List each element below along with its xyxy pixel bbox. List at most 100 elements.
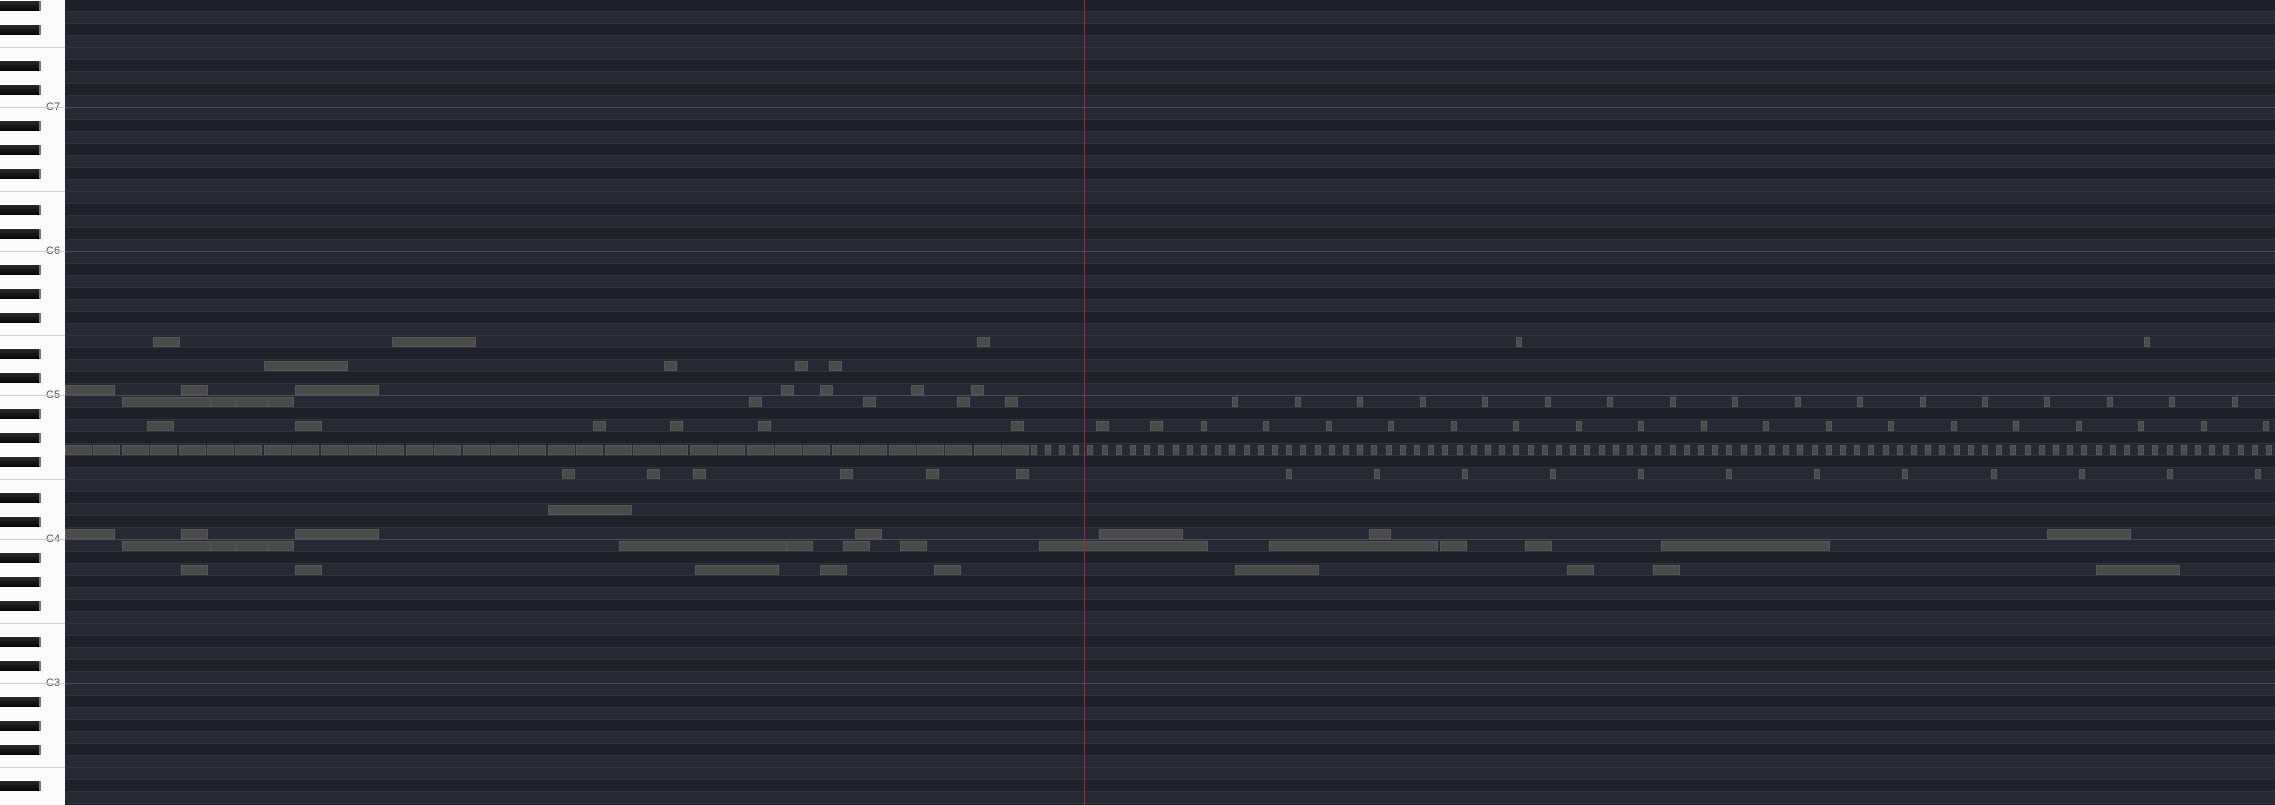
midi-note[interactable] [1911,445,1917,455]
midi-note[interactable] [2067,445,2073,455]
midi-note[interactable] [1701,421,1707,431]
midi-note[interactable] [295,421,322,431]
black-key[interactable] [0,121,41,131]
midi-note[interactable] [181,385,208,395]
midi-note[interactable] [2076,421,2082,431]
midi-note[interactable] [1513,445,1519,455]
black-key[interactable] [0,169,41,179]
midi-note[interactable] [1499,445,1505,455]
midi-note[interactable] [1712,445,1718,455]
piano-keyboard[interactable]: C7 C6 C5 C4 C3 [0,0,66,805]
midi-note[interactable] [1045,445,1051,455]
midi-note[interactable] [1996,445,2002,455]
midi-note[interactable] [1440,541,1467,551]
midi-note[interactable] [2079,469,2085,479]
midi-note[interactable] [1428,445,1434,455]
midi-note[interactable] [93,445,120,455]
midi-note[interactable] [2138,445,2144,455]
midi-note[interactable] [1011,421,1024,431]
black-key[interactable] [0,205,41,215]
midi-note[interactable] [2013,421,2019,431]
midi-note[interactable] [1627,445,1633,455]
black-key[interactable] [0,721,41,731]
midi-note[interactable] [1326,421,1332,431]
midi-note[interactable] [2081,445,2087,455]
midi-note[interactable] [1295,397,1301,407]
midi-note[interactable] [1482,397,1488,407]
midi-note[interactable] [1528,445,1534,455]
midi-note[interactable] [1638,469,1644,479]
midi-note[interactable] [1670,445,1676,455]
midi-note[interactable] [781,385,794,395]
midi-note[interactable] [1451,421,1457,431]
midi-note[interactable] [295,385,379,395]
midi-note[interactable] [267,541,294,551]
midi-note[interactable] [1369,529,1391,539]
midi-note[interactable] [1516,337,1522,347]
midi-note[interactable] [2138,421,2144,431]
midi-note[interactable] [1471,445,1477,455]
midi-note[interactable] [1286,445,1292,455]
midi-note[interactable] [1002,445,1029,455]
midi-note[interactable] [1763,421,1769,431]
midi-note[interactable] [1991,469,1997,479]
black-key[interactable] [0,373,41,383]
midi-note[interactable] [1144,445,1150,455]
midi-note[interactable] [2238,445,2244,455]
midi-note[interactable] [934,565,961,575]
midi-note[interactable] [2010,445,2016,455]
midi-note[interactable] [1684,445,1690,455]
midi-note[interactable] [1826,445,1832,455]
midi-note[interactable] [820,565,847,575]
midi-note[interactable] [889,445,916,455]
midi-note[interactable] [945,445,972,455]
midi-note[interactable] [519,445,546,455]
midi-note[interactable] [974,445,1001,455]
midi-note[interactable] [860,445,887,455]
midi-note[interactable] [693,469,706,479]
midi-note[interactable] [2096,565,2180,575]
midi-note[interactable] [664,361,677,371]
midi-note[interactable] [1031,445,1037,455]
midi-note[interactable] [1158,445,1164,455]
midi-note[interactable] [406,445,433,455]
midi-note[interactable] [1982,445,1988,455]
midi-note[interactable] [1374,469,1380,479]
midi-note[interactable] [1420,397,1426,407]
midi-note[interactable] [1951,421,1957,431]
black-key[interactable] [0,697,41,707]
midi-note[interactable] [65,529,115,539]
midi-note[interactable] [65,385,115,395]
black-key[interactable] [0,409,41,419]
midi-note[interactable] [1698,445,1704,455]
midi-note[interactable] [832,445,859,455]
midi-note[interactable] [1968,445,1974,455]
midi-note[interactable] [1638,421,1644,431]
midi-note[interactable] [2152,445,2158,455]
midi-note[interactable] [1920,397,1926,407]
black-key[interactable] [0,145,41,155]
black-key[interactable] [0,517,41,527]
midi-note[interactable] [1286,469,1292,479]
midi-note[interactable] [147,421,174,431]
midi-note[interactable] [803,445,830,455]
midi-note[interactable] [1726,469,1732,479]
midi-note[interactable] [2167,445,2173,455]
midi-note[interactable] [1741,445,1747,455]
midi-note[interactable] [1954,445,1960,455]
midi-note[interactable] [1457,445,1463,455]
midi-note[interactable] [917,445,944,455]
midi-note[interactable] [1400,445,1406,455]
midi-note[interactable] [1570,445,1576,455]
midi-note[interactable] [900,541,927,551]
midi-note[interactable] [349,445,376,455]
midi-note[interactable] [911,385,924,395]
black-key[interactable] [0,349,41,359]
midi-note[interactable] [1371,445,1377,455]
midi-note[interactable] [210,541,237,551]
midi-note[interactable] [491,445,518,455]
midi-note[interactable] [1576,421,1582,431]
midi-note[interactable] [840,469,853,479]
midi-note[interactable] [670,421,683,431]
midi-note[interactable] [1005,397,1018,407]
